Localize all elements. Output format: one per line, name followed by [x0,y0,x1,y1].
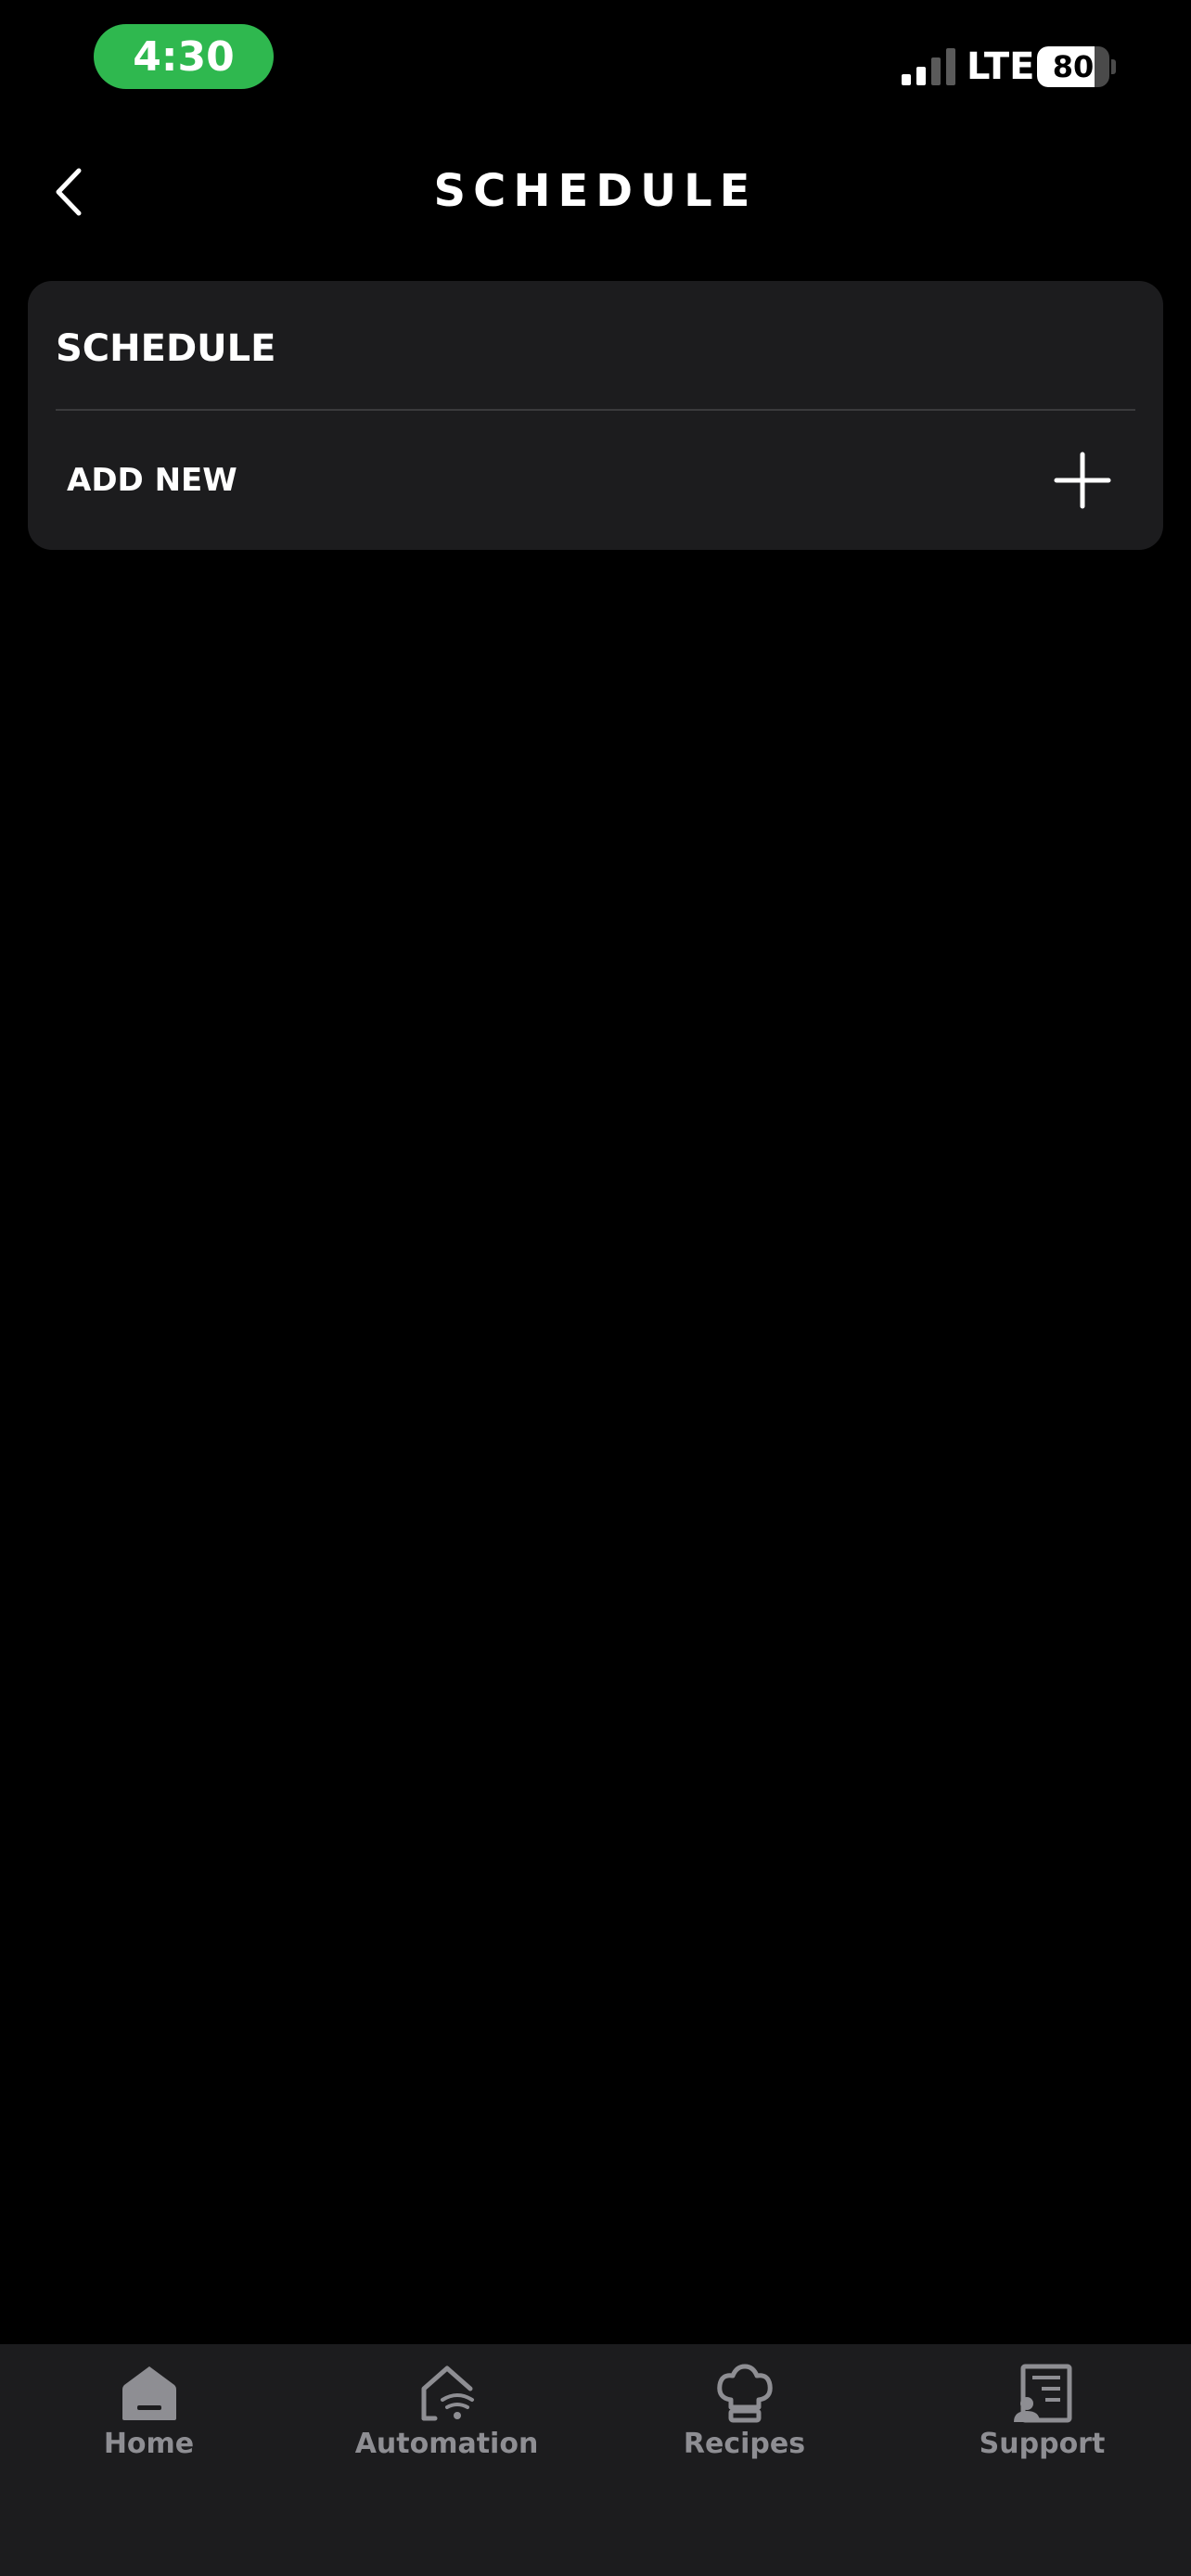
tab-label-recipes: Recipes [683,2428,806,2460]
battery-percent: 80 [1052,49,1095,84]
tab-support[interactable]: Support [893,2363,1191,2493]
card-title: SCHEDULE [56,327,276,370]
tab-bar: Home Automation Recipes Support [0,2344,1191,2576]
add-new-label: ADD NEW [67,462,237,499]
tab-home[interactable]: Home [0,2363,298,2493]
cellular-signal-icon [902,48,955,85]
status-bar: 4:30 LTE 80 [0,0,1191,121]
back-button[interactable] [41,159,96,224]
tab-label-support: Support [979,2428,1106,2460]
tab-recipes[interactable]: Recipes [596,2363,893,2493]
status-time: 4:30 [94,24,274,89]
tab-automation[interactable]: Automation [298,2363,596,2493]
carrier-label: LTE [967,45,1035,88]
tab-label-home: Home [103,2428,195,2460]
plus-icon [1054,452,1111,509]
home-icon [122,2366,176,2420]
page-title: SCHEDULE [433,165,758,217]
support-icon [1013,2364,1071,2423]
schedule-card: SCHEDULE ADD NEW [28,281,1163,550]
battery-icon: 80 [1037,46,1116,87]
automation-icon [421,2366,474,2421]
header: SCHEDULE [0,139,1191,243]
tab-label-automation: Automation [354,2428,539,2460]
chef-hat-icon [716,2364,773,2423]
chevron-left-icon [56,168,82,216]
add-new-button[interactable]: ADD NEW [56,411,1135,550]
